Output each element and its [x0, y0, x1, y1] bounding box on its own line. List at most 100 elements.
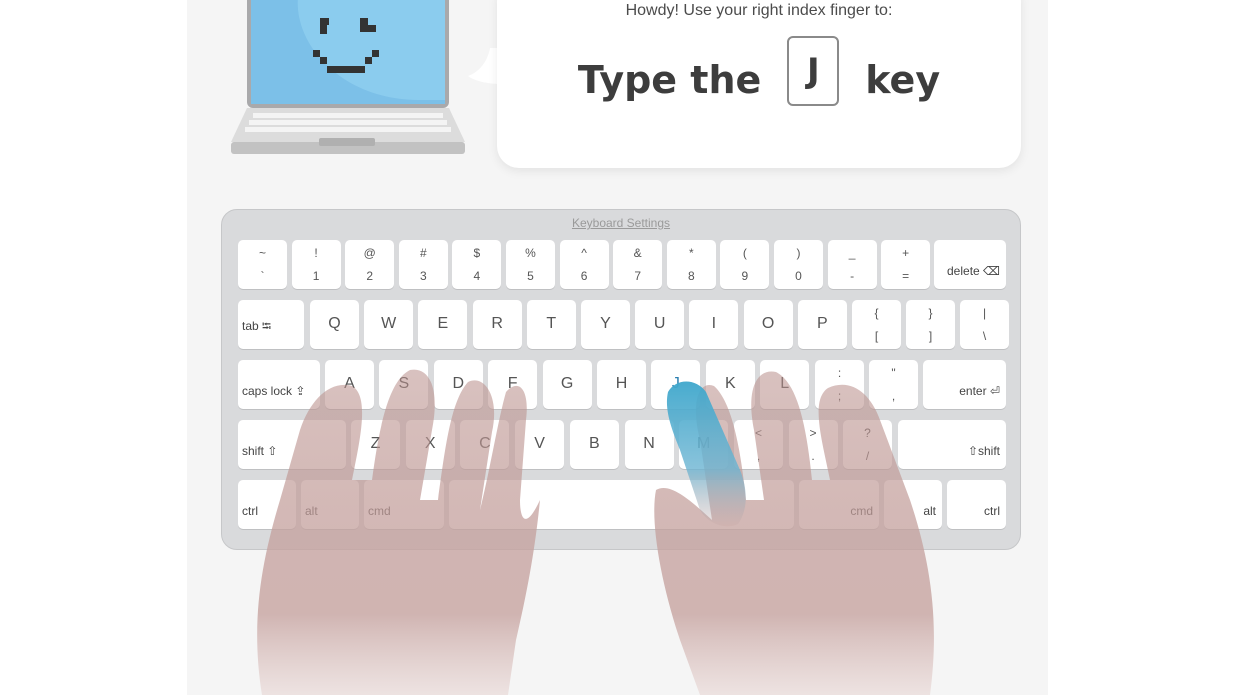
key-sym-2[interactable]: | \ — [960, 300, 1009, 349]
key-h[interactable]: H — [597, 360, 646, 409]
key-cmd-right[interactable]: cmd — [799, 480, 879, 529]
key-n[interactable]: N — [624, 420, 674, 469]
key-d[interactable]: D — [433, 360, 483, 409]
key-1-label: 1 — [312, 269, 320, 283]
key-shift-right[interactable]: ⇧shift — [898, 420, 1006, 469]
key-3[interactable]: #3 — [398, 240, 448, 289]
key-3-shift-label: # — [419, 246, 427, 260]
target-key: J — [787, 36, 840, 106]
key-home-sym-1[interactable]: ", — [869, 360, 918, 409]
key-cmd-left[interactable]: cmd — [364, 480, 444, 529]
key-e[interactable]: E — [418, 300, 468, 349]
key-7[interactable]: & 7 — [613, 240, 663, 289]
caps-lock-label: caps lock ⇪ — [242, 384, 306, 398]
key-caps-lock[interactable]: caps lock ⇪ — [238, 360, 320, 409]
key-p-label: P — [816, 315, 828, 332]
key-ctrl-left[interactable]: ctrl — [238, 480, 296, 529]
key-home-sym-0-shift-label: : — [837, 366, 842, 380]
prompt-before: Type the — [577, 58, 762, 102]
delete-label: delete ⌫ — [947, 264, 1000, 278]
key-ctrl-right[interactable]: ctrl — [947, 480, 1006, 529]
key-9[interactable]: (9 — [720, 240, 770, 289]
key-h-label: H — [615, 375, 628, 392]
key-m[interactable]: M — [679, 420, 729, 469]
key-bottom-sym-0-shift-label: < — [754, 426, 762, 440]
key-b-label: B — [588, 435, 600, 452]
key-alt-left[interactable]: alt — [301, 480, 359, 529]
key-z[interactable]: Z — [351, 420, 400, 469]
key-shift-left[interactable]: shift ⇧ — [238, 420, 346, 469]
key-8[interactable]: * 8 — [666, 240, 716, 289]
key-x-label: X — [424, 435, 436, 452]
key-u[interactable]: U — [635, 300, 685, 349]
key-f[interactable]: F — [488, 360, 538, 409]
key-v[interactable]: V — [515, 420, 565, 469]
key-space[interactable] — [449, 480, 794, 529]
key-k[interactable]: K — [705, 360, 755, 409]
key-sym-2-label: \ — [982, 329, 987, 343]
ctrl-left-label: ctrl — [242, 504, 258, 518]
key-m-label: M — [697, 435, 711, 452]
key-l[interactable]: L — [760, 360, 810, 409]
key-c[interactable]: C — [460, 420, 510, 469]
key-r-label: R — [491, 315, 503, 332]
key-q[interactable]: Q — [310, 300, 359, 349]
key-delete[interactable]: delete ⌫ — [934, 240, 1006, 289]
key-j-label: J — [671, 375, 680, 392]
key-bottom-sym-0[interactable]: <, — [734, 420, 783, 469]
key-r[interactable]: R — [472, 300, 522, 349]
key-tab[interactable]: tab ⭾ — [238, 300, 304, 349]
key-b[interactable]: B — [569, 420, 619, 469]
alt-right-label: alt — [923, 504, 936, 518]
key-t[interactable]: T — [526, 300, 576, 349]
key-bottom-sym-1-shift-label: > — [809, 426, 817, 440]
key-c-label: C — [479, 435, 491, 452]
key--[interactable]: _ - — [827, 240, 877, 289]
key-1[interactable]: ! 1 — [291, 240, 341, 289]
key-q-label: Q — [328, 315, 341, 332]
key-5[interactable]: % 5 — [506, 240, 555, 289]
virtual-keyboard: Keyboard Settings ~ `! 1 @2 #3 $4% 5 ^ 6 & 7 * 8(9) 0… — [221, 209, 1021, 550]
key-p[interactable]: P — [797, 300, 847, 349]
keyboard-settings-link[interactable]: Keyboard Settings — [222, 216, 1020, 230]
key-8-label: 8 — [687, 269, 695, 283]
key-a[interactable]: A — [325, 360, 374, 409]
key-x[interactable]: X — [405, 420, 455, 469]
speech-bubble: Howdy! Use your right index finger to: T… — [497, 0, 1021, 168]
key-=[interactable]: + = — [881, 240, 931, 289]
key---shift-label: _ — [848, 246, 856, 260]
key-i[interactable]: I — [689, 300, 739, 349]
key-0[interactable]: ) 0 — [774, 240, 823, 289]
key-w[interactable]: W — [364, 300, 414, 349]
key-=-shift-label: + — [902, 246, 910, 260]
key-`[interactable]: ~ ` — [238, 240, 287, 289]
key-2[interactable]: @2 — [345, 240, 395, 289]
key-bottom-sym-2-label: / — [865, 449, 870, 463]
key-6[interactable]: ^ 6 — [559, 240, 609, 289]
ctrl-right-label: ctrl — [984, 504, 1000, 518]
key-sym-2-shift-label: | — [982, 306, 987, 320]
key-alt-right[interactable]: alt — [884, 480, 942, 529]
key-s[interactable]: S — [379, 360, 429, 409]
key-g[interactable]: G — [542, 360, 592, 409]
key-sym-0[interactable]: {[ — [852, 300, 901, 349]
key-sym-1[interactable]: }] — [906, 300, 955, 349]
key-8-shift-label: * — [688, 246, 694, 260]
key-sym-1-shift-label: } — [928, 306, 933, 320]
key-enter[interactable]: enter ⏎ — [923, 360, 1006, 409]
key-y[interactable]: Y — [581, 300, 630, 349]
key-j[interactable]: J — [651, 360, 701, 409]
key-bottom-sym-1[interactable]: >. — [788, 420, 838, 469]
key-home-sym-0[interactable]: :; — [815, 360, 864, 409]
key-bottom-sym-2[interactable]: ? / — [843, 420, 892, 469]
key-9-shift-label: ( — [742, 246, 747, 260]
key-4-shift-label: $ — [473, 246, 481, 260]
key-7-shift-label: & — [633, 246, 642, 260]
key-o[interactable]: O — [743, 300, 793, 349]
key-6-label: 6 — [580, 269, 588, 283]
key-1-shift-label: ! — [314, 246, 318, 260]
key-4[interactable]: $4 — [452, 240, 502, 289]
shift-right-label: ⇧shift — [967, 444, 1000, 458]
key-home-sym-0-label: ; — [837, 389, 842, 403]
key-bottom-sym-0-label: , — [756, 449, 761, 463]
